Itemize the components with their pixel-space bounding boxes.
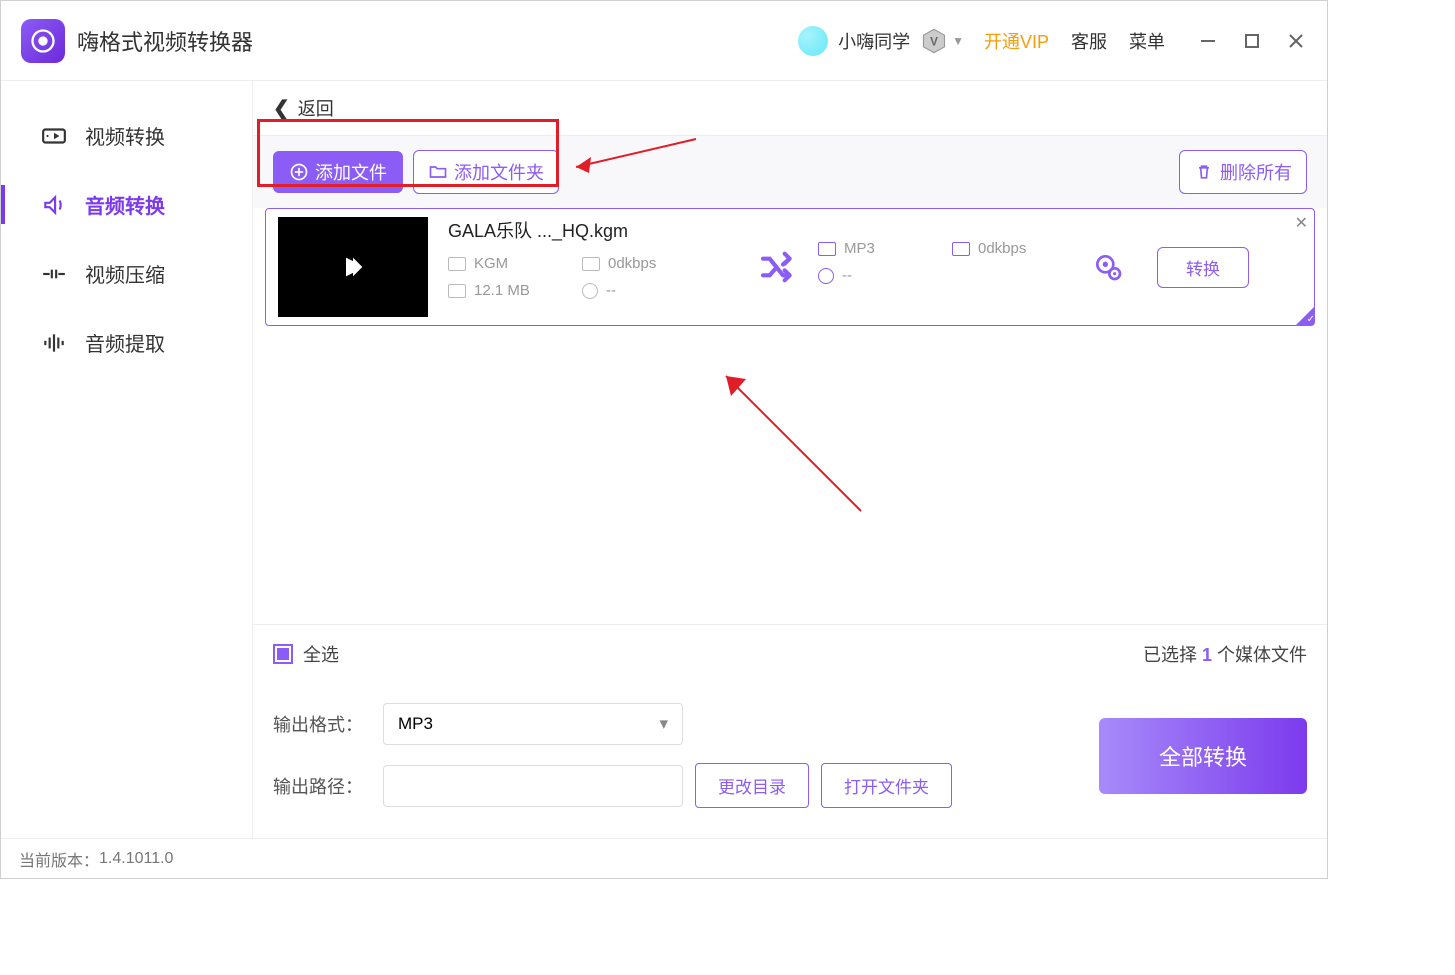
dst-bitrate: 0dkbps xyxy=(978,240,1026,257)
back-label: 返回 xyxy=(298,95,334,121)
src-bitrate: 0dkbps xyxy=(608,255,656,272)
output-path-label: 输出路径： xyxy=(273,773,363,799)
dst-format-icon xyxy=(818,242,836,256)
version-label: 当前版本： xyxy=(19,847,99,871)
select-all-label: 全选 xyxy=(303,641,339,667)
play-icon xyxy=(339,253,367,281)
trash-icon xyxy=(1194,162,1214,182)
sidebar-item-video-compress[interactable]: 视频压缩 xyxy=(1,239,252,308)
file-thumbnail[interactable] xyxy=(278,217,428,317)
sidebar: 视频转换 音频转换 视频压缩 音频提取 xyxy=(1,81,253,838)
dst-bitrate-icon xyxy=(952,242,970,256)
file-card[interactable]: ✕ GALA乐队 ..._HQ.kgm KGM 0dkbps 12.1 MB -… xyxy=(265,208,1315,326)
vip-badge-icon: V xyxy=(920,27,948,55)
app-title: 嗨格式视频转换器 xyxy=(77,25,253,57)
sidebar-item-label: 音频提取 xyxy=(85,328,165,357)
convert-all-button[interactable]: 全部转换 xyxy=(1099,718,1307,794)
vip-dropdown-icon[interactable]: ▼ xyxy=(952,34,964,48)
statusbar: 当前版本： 1.4.1011.0 xyxy=(1,838,1327,878)
sidebar-item-video-convert[interactable]: 视频转换 xyxy=(1,101,252,170)
video-compress-icon xyxy=(41,261,67,287)
titlebar: 嗨格式视频转换器 小嗨同学 V ▼ 开通VIP 客服 菜单 xyxy=(1,1,1327,81)
output-format-select[interactable]: MP3 ▾ xyxy=(383,703,683,745)
shuffle-arrow-icon xyxy=(738,247,818,287)
audio-convert-icon xyxy=(41,192,67,218)
delete-all-button[interactable]: 删除所有 xyxy=(1179,150,1307,194)
app-logo xyxy=(21,19,65,63)
sidebar-item-label: 音频转换 xyxy=(85,190,165,219)
close-button[interactable] xyxy=(1285,30,1307,52)
add-folder-label: 添加文件夹 xyxy=(454,159,544,185)
output-panel: 输出格式： MP3 ▾ 全部转换 输出路径： 更改目录 打开文件夹 xyxy=(253,683,1327,838)
size-icon xyxy=(448,284,466,298)
bitrate-icon xyxy=(582,257,600,271)
dst-format: MP3 xyxy=(844,240,875,257)
plus-circle-icon xyxy=(289,162,309,182)
src-duration: -- xyxy=(606,282,616,299)
maximize-button[interactable] xyxy=(1241,30,1263,52)
chevron-left-icon: ❮ xyxy=(273,96,290,121)
file-list: ✕ GALA乐队 ..._HQ.kgm KGM 0dkbps 12.1 MB -… xyxy=(253,208,1327,624)
duration-icon xyxy=(582,283,598,299)
open-vip-link[interactable]: 开通VIP xyxy=(984,28,1049,54)
audio-extract-icon xyxy=(41,330,67,356)
user-name[interactable]: 小嗨同学 xyxy=(838,28,910,54)
file-name: GALA乐队 ..._HQ.kgm xyxy=(448,217,738,243)
add-folder-button[interactable]: 添加文件夹 xyxy=(413,150,559,194)
dst-duration: -- xyxy=(842,267,852,284)
delete-all-label: 删除所有 xyxy=(1220,159,1292,185)
svg-text:V: V xyxy=(930,35,938,48)
dst-duration-icon xyxy=(818,268,834,284)
chevron-down-icon: ▾ xyxy=(659,714,668,734)
video-convert-icon xyxy=(41,123,67,149)
src-format: KGM xyxy=(474,255,508,272)
file-size: 12.1 MB xyxy=(474,282,530,299)
selected-count: 已选择 1 个媒体文件 xyxy=(1143,641,1307,667)
back-button[interactable]: ❮ 返回 xyxy=(253,81,1327,136)
sidebar-item-label: 视频转换 xyxy=(85,121,165,150)
add-file-label: 添加文件 xyxy=(315,159,387,185)
selected-corner-icon xyxy=(1296,307,1314,325)
format-icon xyxy=(448,257,466,271)
open-folder-button[interactable]: 打开文件夹 xyxy=(821,763,952,808)
file-settings-button[interactable] xyxy=(1068,251,1148,283)
output-format-value: MP3 xyxy=(398,714,433,734)
select-all-checkbox[interactable] xyxy=(273,644,293,664)
file-close-button[interactable]: ✕ xyxy=(1295,213,1308,233)
select-bar: 全选 已选择 1 个媒体文件 xyxy=(253,624,1327,683)
output-path-input[interactable] xyxy=(383,765,683,807)
sidebar-item-audio-extract[interactable]: 音频提取 xyxy=(1,308,252,377)
version-value: 1.4.1011.0 xyxy=(99,850,173,868)
change-dir-button[interactable]: 更改目录 xyxy=(695,763,809,808)
toolbar: 添加文件 添加文件夹 删除所有 xyxy=(253,136,1327,208)
menu-link[interactable]: 菜单 xyxy=(1129,28,1165,54)
minimize-button[interactable] xyxy=(1197,30,1219,52)
sidebar-item-audio-convert[interactable]: 音频转换 xyxy=(1,170,252,239)
add-file-button[interactable]: 添加文件 xyxy=(273,151,403,193)
convert-button[interactable]: 转换 xyxy=(1157,247,1249,288)
support-link[interactable]: 客服 xyxy=(1071,28,1107,54)
sidebar-item-label: 视频压缩 xyxy=(85,259,165,288)
folder-icon xyxy=(428,162,448,182)
user-avatar[interactable] xyxy=(798,26,828,56)
output-format-label: 输出格式： xyxy=(273,711,363,737)
main-panel: ❮ 返回 添加文件 添加文件夹 删除所有 xyxy=(253,81,1327,838)
